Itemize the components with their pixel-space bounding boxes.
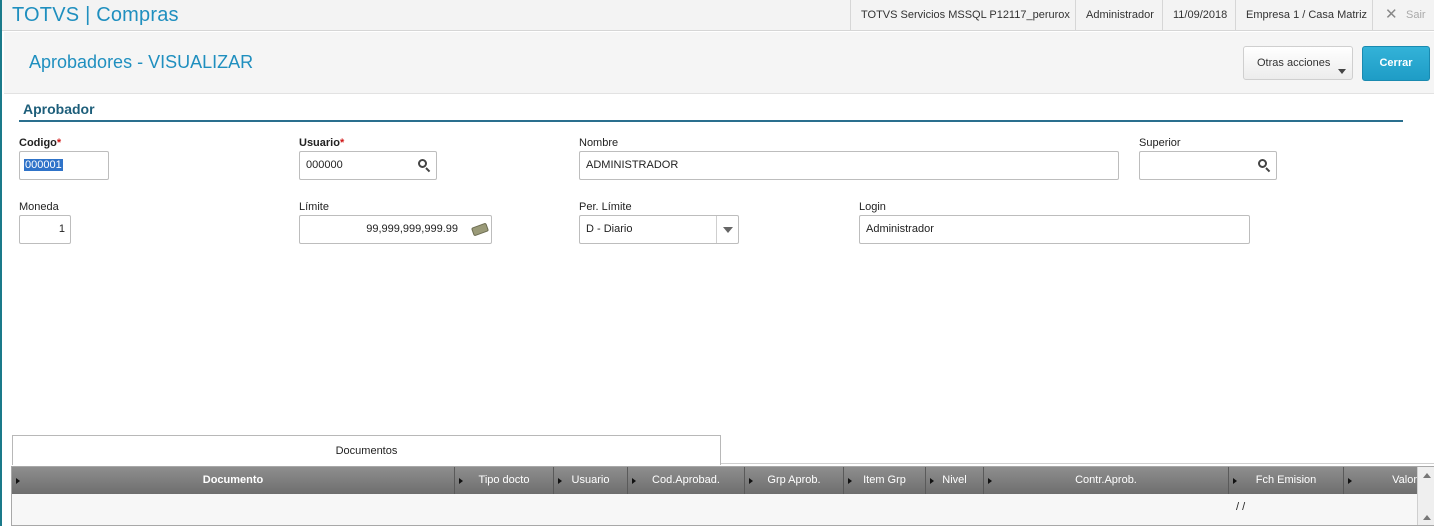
codigo-field[interactable]: 000001 [19, 151, 109, 180]
codigo-label-text: Codigo [19, 137, 57, 149]
sort-arrow-icon [558, 478, 562, 484]
col-label: Contr.Aprob. [1075, 474, 1137, 486]
close-icon[interactable]: ✕ [1385, 7, 1398, 23]
tab-documentos[interactable]: Documentos [12, 435, 721, 465]
sort-arrow-icon [1233, 478, 1237, 484]
chevron-down-icon [1338, 69, 1346, 74]
documents-grid: Documento Tipo docto Usuario Cod.Aprobad… [11, 466, 1434, 526]
grid-header: Documento Tipo docto Usuario Cod.Aprobad… [12, 467, 1417, 494]
nombre-label: Nombre [579, 137, 619, 149]
section-divider [19, 120, 1403, 122]
login-value: Administrador [866, 223, 934, 235]
moneda-field[interactable]: 1 [19, 215, 71, 244]
col-header-documento[interactable]: Documento [12, 467, 455, 494]
col-label: Cod.Aprobad. [652, 474, 720, 486]
current-user: Administrador [1075, 0, 1164, 31]
col-header-nivel[interactable]: Nivel [926, 467, 984, 494]
other-actions-button[interactable]: Otras acciones [1243, 46, 1353, 80]
vertical-scrollbar[interactable] [1417, 467, 1434, 525]
per-limite-label: Per. Límite [579, 201, 632, 213]
col-label: Item Grp [863, 474, 906, 486]
limite-value: 99,999,999,999.99 [366, 223, 458, 235]
col-label: Valor [1392, 474, 1417, 486]
sort-arrow-icon [632, 478, 636, 484]
limite-field[interactable]: 99,999,999,999.99 [299, 215, 492, 244]
page-title: Aprobadores - VISUALIZAR [29, 52, 254, 72]
col-header-grp-aprob[interactable]: Grp Aprob. [745, 467, 844, 494]
col-header-fch-emision[interactable]: Fch Emision [1229, 467, 1344, 494]
exit-link[interactable]: Sair [1406, 0, 1426, 31]
col-header-valor[interactable]: Valor [1344, 467, 1417, 494]
scroll-up-icon[interactable] [1423, 473, 1431, 478]
sort-arrow-icon [749, 478, 753, 484]
superior-label: Superior [1139, 137, 1181, 149]
col-label: Nivel [942, 474, 967, 486]
app-frame: TOTVS | Compras TOTVS Servicios MSSQL P1… [0, 0, 1434, 526]
sort-arrow-icon [848, 478, 852, 484]
moneda-label: Moneda [19, 201, 59, 213]
codigo-value: 000001 [24, 159, 63, 171]
col-header-item-grp[interactable]: Item Grp [844, 467, 926, 494]
dropdown-arrow-icon[interactable] [716, 216, 738, 243]
sort-arrow-icon [16, 478, 20, 484]
col-header-contr-aprob[interactable]: Contr.Aprob. [984, 467, 1229, 494]
usuario-value: 000000 [306, 159, 343, 171]
col-header-usuario[interactable]: Usuario [554, 467, 628, 494]
sort-arrow-icon [1348, 478, 1352, 484]
nombre-value: ADMINISTRADOR [586, 159, 679, 171]
fch-emision-cell[interactable]: / / [1236, 501, 1245, 513]
required-marker: * [339, 137, 345, 149]
scroll-up-icon[interactable] [1423, 515, 1431, 520]
col-header-cod-aprobad[interactable]: Cod.Aprobad. [628, 467, 745, 494]
login-label: Login [859, 201, 886, 213]
login-field[interactable]: Administrador [859, 215, 1250, 244]
per-limite-select[interactable]: D - Diario [579, 215, 739, 244]
superior-field[interactable] [1139, 151, 1277, 180]
usuario-label-text: Usuario [299, 137, 340, 149]
col-label: Fch Emision [1255, 474, 1317, 486]
current-company: Empresa 1 / Casa Matriz [1235, 0, 1377, 31]
server-info: TOTVS Servicios MSSQL P12117_perurox [850, 0, 1080, 31]
money-icon[interactable] [470, 222, 490, 238]
section-title: Aprobador [23, 101, 95, 117]
search-icon[interactable] [416, 158, 432, 174]
col-label: Usuario [571, 474, 610, 486]
page-header: Aprobadores - VISUALIZAR Otras acciones … [4, 32, 1434, 94]
usuario-field[interactable]: 000000 [299, 151, 437, 180]
nombre-field[interactable]: ADMINISTRADOR [579, 151, 1119, 180]
close-button[interactable]: Cerrar [1362, 46, 1430, 81]
limite-label: Límite [299, 201, 329, 213]
col-label: Documento [202, 474, 264, 486]
col-label: Grp Aprob. [767, 474, 821, 486]
col-label: Tipo docto [478, 474, 530, 486]
search-icon[interactable] [1256, 158, 1272, 174]
sort-arrow-icon [988, 478, 992, 484]
top-bar: TOTVS | Compras TOTVS Servicios MSSQL P1… [2, 0, 1434, 31]
sort-arrow-icon [930, 478, 934, 484]
usuario-label: Usuario* [299, 137, 344, 149]
sort-arrow-icon [459, 478, 463, 484]
per-limite-value: D - Diario [586, 223, 633, 235]
tab-strip-line [721, 463, 1434, 464]
required-marker: * [56, 137, 62, 149]
moneda-value: 1 [58, 223, 65, 235]
app-title: TOTVS | Compras [12, 4, 179, 26]
col-header-tipo-docto[interactable]: Tipo docto [455, 467, 554, 494]
other-actions-label: Otras acciones [1257, 57, 1331, 69]
current-date: 11/09/2018 [1162, 0, 1237, 31]
codigo-label: Codigo* [19, 137, 61, 149]
